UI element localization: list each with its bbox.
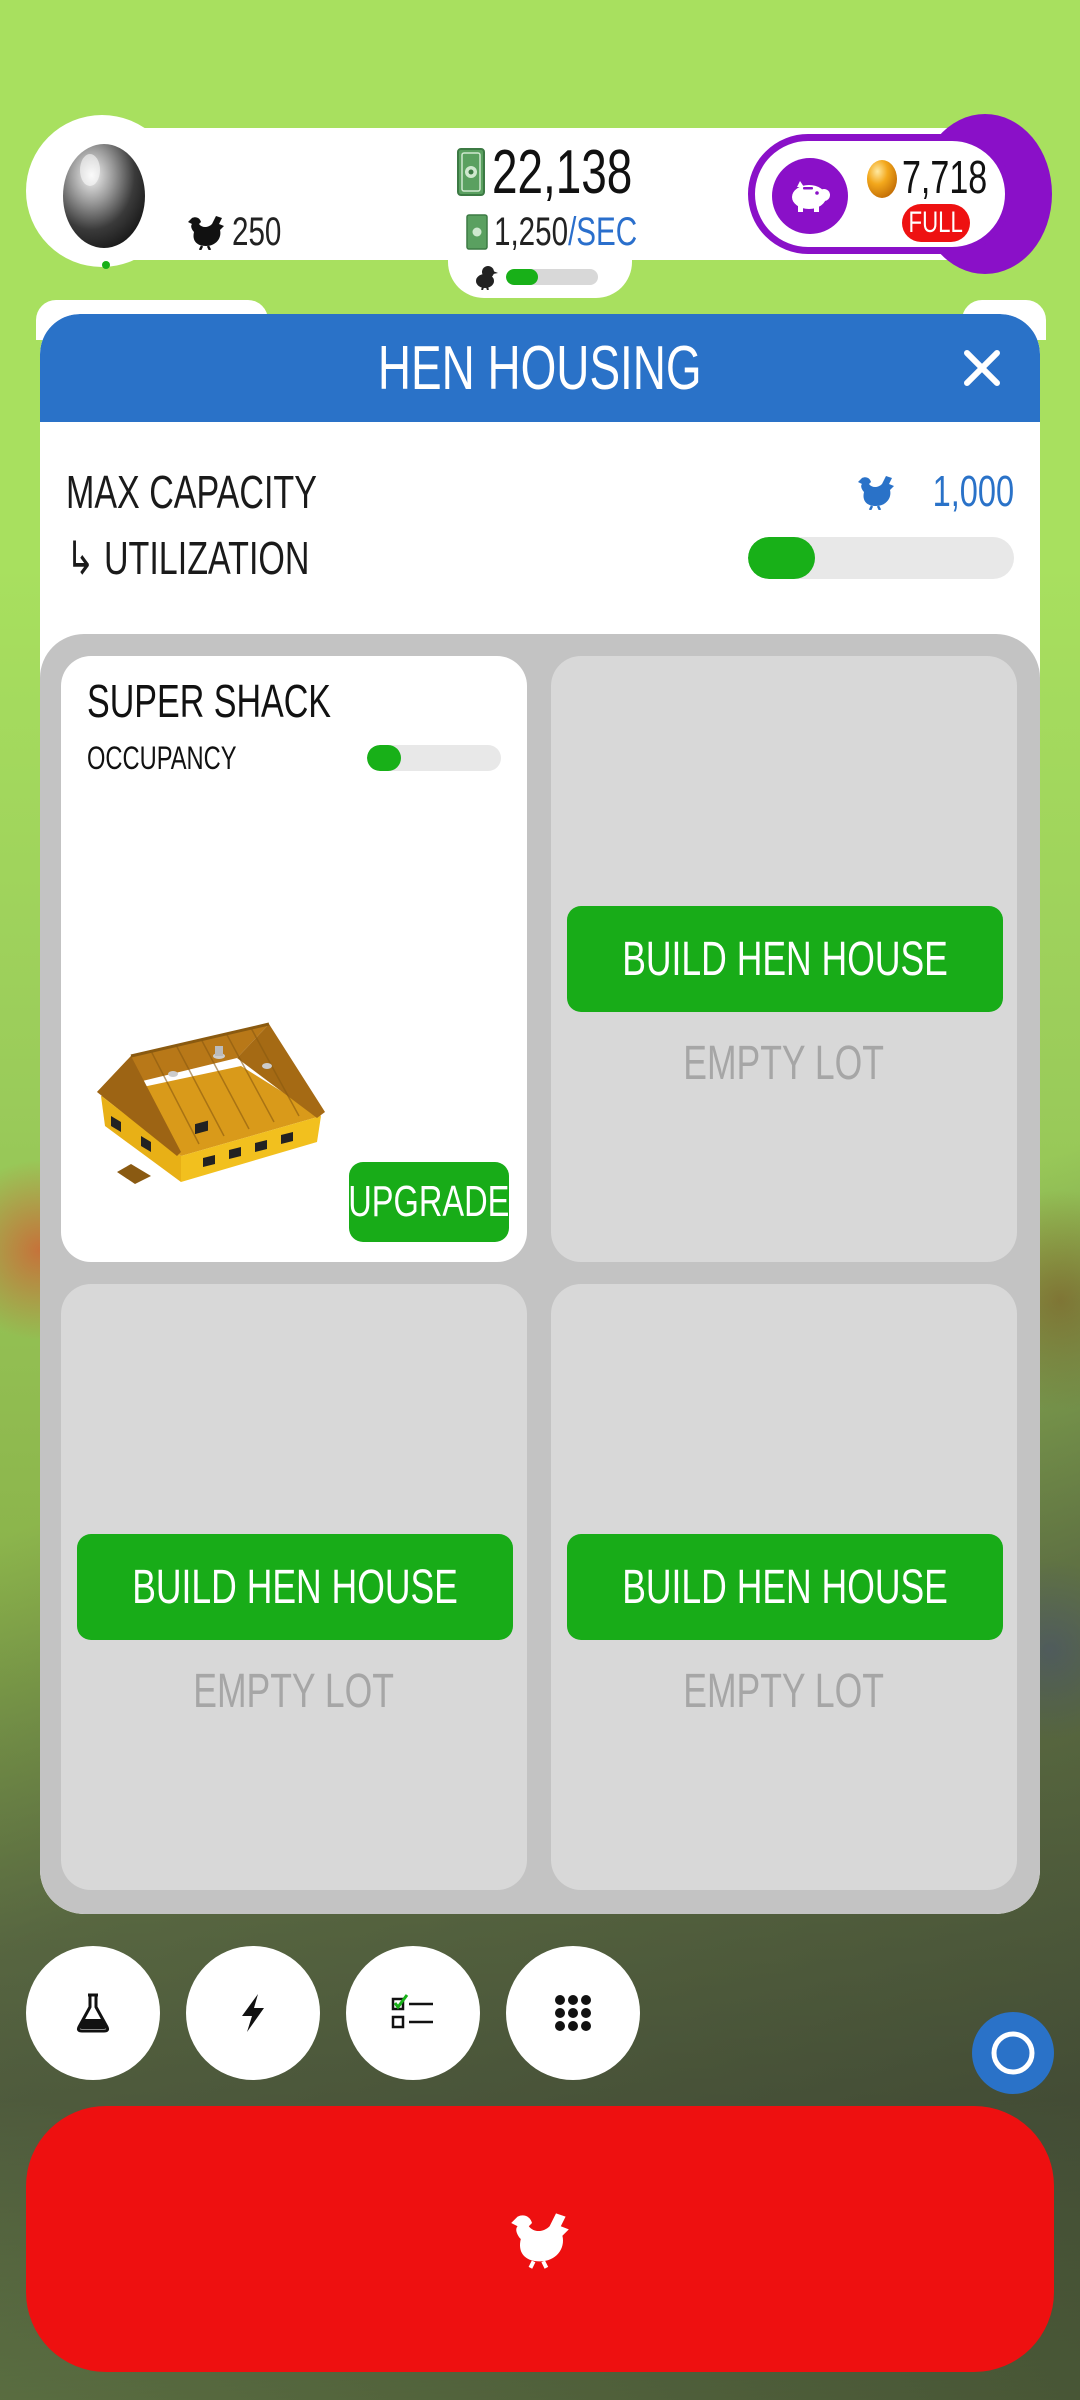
lot-empty-3: BUILD HEN HOUSE EMPTY LOT xyxy=(61,1284,527,1890)
occupancy-row: OCCUPANCY xyxy=(87,738,501,778)
bank-full-badge: FULL xyxy=(902,204,970,242)
boosts-button[interactable] xyxy=(186,1946,320,2080)
empty-lot-label: EMPTY LOT xyxy=(683,1665,885,1718)
close-button[interactable] xyxy=(954,340,1010,396)
income-rate: 1,250/SEC xyxy=(466,208,687,256)
occupancy-bar xyxy=(367,745,501,771)
empty-lot-label: EMPTY LOT xyxy=(193,1665,395,1718)
rate-value: 1,250 xyxy=(494,209,569,254)
utilization-fill xyxy=(748,537,815,579)
money-value: 22,138 xyxy=(492,137,633,207)
checklist-icon xyxy=(391,1994,433,2029)
build-hen-house-button[interactable]: BUILD HEN HOUSE xyxy=(77,1534,513,1640)
max-capacity-value: 1,000 xyxy=(932,467,1014,516)
hen-count: 250 xyxy=(186,207,299,257)
lot-name: SUPER SHACK xyxy=(87,675,332,727)
money-display: 22,138 xyxy=(456,138,682,207)
bank-full-label: FULL xyxy=(908,206,964,239)
utilization-bar xyxy=(748,537,1014,579)
empty-lot-label: EMPTY LOT xyxy=(683,1037,885,1090)
occupancy-label: OCCUPANCY xyxy=(87,739,237,776)
max-capacity-row: MAX CAPACITY 1,000 xyxy=(66,462,1014,522)
camera-toggle-button[interactable] xyxy=(972,2012,1054,2094)
piggy-bank-icon xyxy=(792,181,830,212)
lot-empty-2: BUILD HEN HOUSE EMPTY LOT xyxy=(551,656,1017,1262)
ring-icon xyxy=(991,2031,1035,2075)
chick-progress-bar xyxy=(506,269,598,285)
build-button-label: BUILD HEN HOUSE xyxy=(622,1560,948,1614)
grid-icon xyxy=(555,1995,591,2031)
build-hen-house-button[interactable]: BUILD HEN HOUSE xyxy=(567,906,1003,1012)
cash-icon-small xyxy=(466,214,488,250)
golden-egg-icon xyxy=(867,160,897,198)
upgrade-button-label: UPGRADE xyxy=(349,1177,509,1226)
hatch-chicken-button[interactable] xyxy=(26,2106,1054,2372)
close-icon xyxy=(964,350,1000,386)
rate-unit: /SEC xyxy=(568,209,638,254)
panel-title: HEN HOUSING xyxy=(378,333,702,403)
chick-progress xyxy=(474,262,598,292)
max-capacity-value-group: 1,000 xyxy=(856,467,1014,517)
golden-eggs: 7,718 xyxy=(866,150,1017,204)
hen-count-value: 250 xyxy=(232,209,282,254)
super-shack-house-image xyxy=(97,1022,325,1184)
utilization-row: ↳ UTILIZATION xyxy=(66,528,1014,588)
lot-empty-4: BUILD HEN HOUSE EMPTY LOT xyxy=(551,1284,1017,1890)
hen-housing-panel: HEN HOUSING MAX CAPACITY 1,000 ↳ UTILIZA… xyxy=(40,314,1040,1914)
lightning-icon xyxy=(242,1994,264,2032)
flask-icon xyxy=(76,1993,110,2033)
piggy-bank-button[interactable] xyxy=(772,158,848,234)
golden-eggs-value: 7,718 xyxy=(902,151,988,203)
chicken-icon xyxy=(188,216,224,250)
build-button-label: BUILD HEN HOUSE xyxy=(132,1560,458,1614)
max-capacity-label: MAX CAPACITY xyxy=(66,466,317,518)
chick-icon xyxy=(476,266,498,290)
chicken-icon-white xyxy=(511,2213,569,2269)
build-hen-house-button[interactable]: BUILD HEN HOUSE xyxy=(567,1534,1003,1640)
lot-super-shack[interactable]: SUPER SHACK OCCUPANCY UPGRADE xyxy=(61,656,527,1262)
cash-icon xyxy=(457,148,485,196)
build-button-label: BUILD HEN HOUSE xyxy=(622,932,948,986)
missions-button[interactable] xyxy=(346,1946,480,2080)
egg-icon xyxy=(63,144,145,248)
utilization-label: ↳ UTILIZATION xyxy=(66,532,310,584)
chick-progress-fill xyxy=(506,269,539,285)
upgrade-button[interactable]: UPGRADE xyxy=(349,1162,509,1242)
chicken-icon-blue xyxy=(857,476,894,510)
research-button[interactable] xyxy=(26,1946,160,2080)
occupancy-fill xyxy=(367,745,401,771)
lots-grid: SUPER SHACK OCCUPANCY UPGRADE BUILD HEN … xyxy=(40,634,1040,1914)
egg-indicator-dot xyxy=(102,261,110,269)
menu-button[interactable] xyxy=(506,1946,640,2080)
panel-header: HEN HOUSING xyxy=(40,314,1040,422)
